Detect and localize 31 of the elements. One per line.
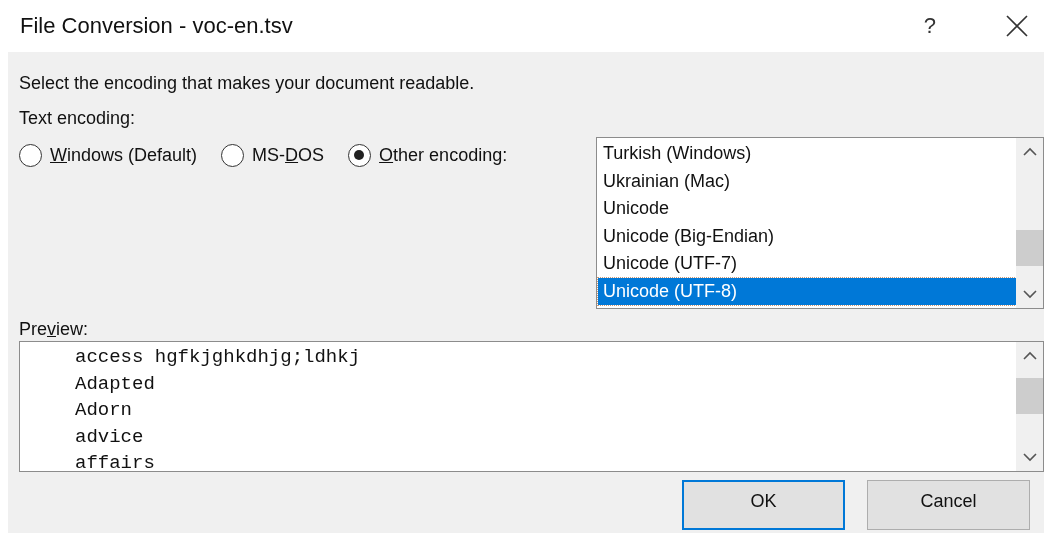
scrollbar[interactable] bbox=[1016, 138, 1043, 308]
encoding-list-item[interactable]: Ukrainian (Mac) bbox=[598, 167, 1016, 195]
scrollbar[interactable] bbox=[1016, 342, 1043, 471]
encoding-list-item[interactable]: Unicode (UTF-7) bbox=[598, 250, 1016, 278]
preview-line: access hgfkjghkdhjg;ldhkj bbox=[75, 345, 362, 370]
window-title: File Conversion - voc-en.tsv bbox=[20, 13, 294, 39]
preview-line: Adorn bbox=[75, 398, 133, 423]
preview-label: Preview: bbox=[19, 319, 90, 341]
encoding-list-item[interactable]: Unicode (UTF-8) bbox=[598, 277, 1016, 305]
encoding-list[interactable]: Turkish (Windows) Ukrainian (Mac) Unicode Unicode (Big-Endian) Unicode (UTF-7) Unicode (UTF-8) bbox=[596, 137, 1044, 309]
encoding-radio[interactable]: Other encoding: bbox=[348, 140, 508, 170]
scroll-thumb[interactable] bbox=[1016, 378, 1043, 414]
preview-line: affairs bbox=[75, 451, 156, 471]
encoding-list-item[interactable]: Turkish (Windows) bbox=[598, 140, 1016, 168]
scroll-up-icon[interactable] bbox=[1022, 147, 1037, 157]
preview-line: advice bbox=[75, 424, 145, 450]
scroll-down-icon[interactable] bbox=[1022, 289, 1037, 299]
ok-button[interactable]: OK bbox=[682, 480, 845, 530]
cancel-button[interactable]: Cancel bbox=[867, 480, 1030, 530]
close-icon bbox=[1006, 15, 1028, 37]
text-encoding-label: Text encoding: bbox=[19, 108, 137, 130]
encoding-list-item[interactable]: Unicode bbox=[598, 195, 1016, 223]
encoding-list-item[interactable]: Unicode (Big-Endian) bbox=[598, 222, 1016, 250]
help-button[interactable]: ? bbox=[917, 13, 942, 39]
scroll-down-icon[interactable] bbox=[1022, 452, 1037, 462]
scroll-thumb[interactable] bbox=[1016, 230, 1043, 266]
scroll-up-icon[interactable] bbox=[1022, 351, 1037, 361]
encoding-radio[interactable]: Windows (Default) bbox=[19, 140, 198, 170]
encoding-radio[interactable]: MS-DOS bbox=[221, 140, 325, 170]
instruction-text: Select the encoding that makes your document readable. bbox=[19, 73, 476, 95]
preview-line: Adapted bbox=[75, 371, 156, 397]
